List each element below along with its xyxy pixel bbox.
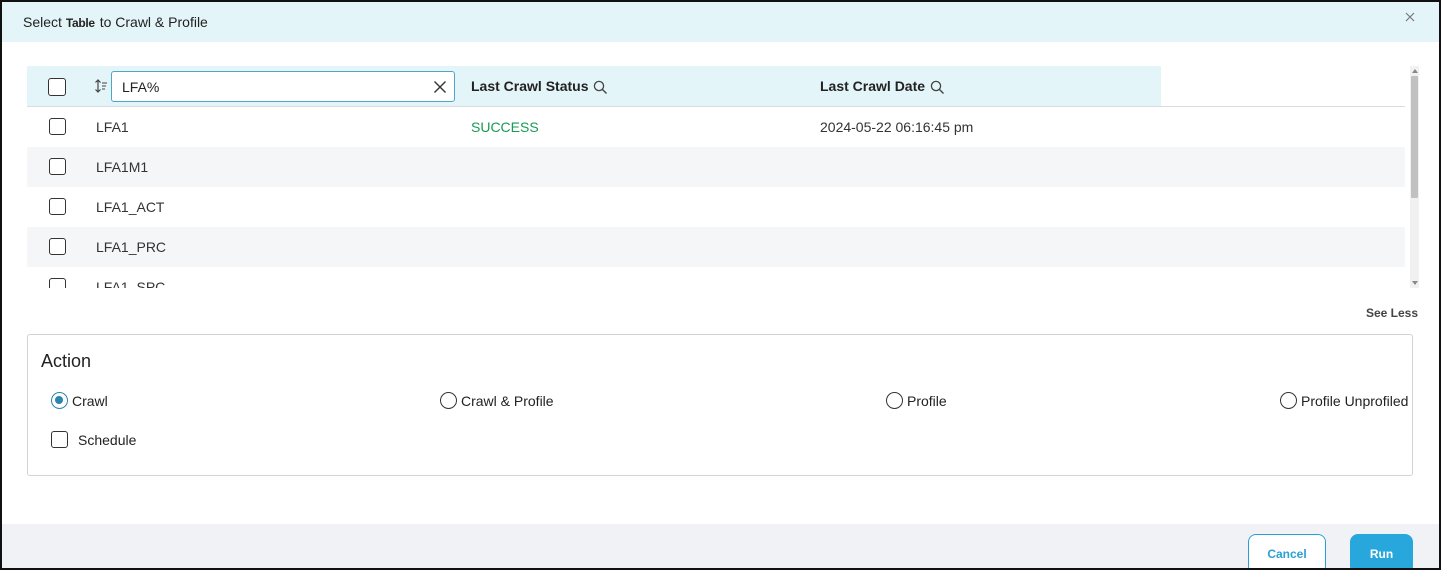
row-checkbox[interactable] bbox=[49, 238, 66, 255]
dialog-footer: Cancel Run bbox=[2, 524, 1439, 568]
table-name-filter[interactable] bbox=[111, 71, 455, 102]
table-row[interactable]: LFA1_PRC bbox=[27, 227, 1405, 267]
table-row[interactable]: LFA1 SUCCESS 2024-05-22 06:16:45 pm bbox=[27, 107, 1405, 147]
row-checkbox[interactable] bbox=[49, 158, 66, 175]
action-panel: Action Crawl Crawl & Profile Profile Pro… bbox=[27, 334, 1413, 476]
column-header-last-crawl-status: Last Crawl Status bbox=[471, 78, 589, 94]
column-header-last-crawl-date: Last Crawl Date bbox=[820, 78, 926, 94]
table-name: LFA1M1 bbox=[96, 159, 149, 175]
cancel-button[interactable]: Cancel bbox=[1248, 534, 1326, 568]
table-scrollbar[interactable] bbox=[1410, 66, 1419, 288]
table-name: LFA1_ACT bbox=[96, 199, 165, 215]
radio-label: Profile Unprofiled bbox=[1301, 393, 1409, 409]
table-row[interactable]: LFA1_SPC bbox=[27, 267, 1405, 288]
search-icon[interactable] bbox=[593, 80, 608, 95]
dialog-title: Select Table to Crawl & Profile bbox=[23, 14, 208, 30]
dialog-header: Select Table to Crawl & Profile bbox=[2, 2, 1439, 42]
sort-icon[interactable] bbox=[94, 78, 108, 94]
table-name: LFA1_PRC bbox=[96, 239, 167, 255]
crawl-status: SUCCESS bbox=[471, 119, 539, 135]
table-row[interactable]: LFA1M1 bbox=[27, 147, 1405, 187]
tables-grid: Last Crawl Status Last Crawl Date LFA1 S… bbox=[27, 66, 1419, 288]
row-checkbox[interactable] bbox=[49, 278, 66, 288]
run-button[interactable]: Run bbox=[1350, 534, 1413, 568]
table-header: Last Crawl Status Last Crawl Date bbox=[27, 66, 1405, 107]
title-suffix: to Crawl & Profile bbox=[95, 14, 208, 30]
clear-filter-icon[interactable] bbox=[433, 80, 447, 94]
close-icon[interactable] bbox=[1403, 10, 1417, 24]
radio-button[interactable] bbox=[51, 392, 68, 409]
title-obscured-word: Table bbox=[65, 16, 95, 30]
select-tables-dialog: Select Table to Crawl & Profile Last Cra… bbox=[0, 0, 1441, 570]
table-row[interactable]: LFA1_ACT bbox=[27, 187, 1405, 227]
schedule-label: Schedule bbox=[78, 432, 137, 448]
scroll-down-arrow[interactable] bbox=[1412, 281, 1418, 285]
action-title: Action bbox=[41, 351, 92, 371]
crawl-date: 2024-05-22 06:16:45 pm bbox=[820, 119, 974, 135]
title-prefix: Select bbox=[23, 14, 66, 30]
schedule-checkbox[interactable] bbox=[51, 431, 68, 448]
radio-label: Crawl & Profile bbox=[461, 393, 554, 409]
scroll-up-arrow[interactable] bbox=[1412, 69, 1418, 73]
scrollbar-thumb[interactable] bbox=[1411, 76, 1418, 198]
radio-button[interactable] bbox=[440, 392, 457, 409]
table-name: LFA1 bbox=[96, 119, 129, 135]
row-checkbox[interactable] bbox=[49, 198, 66, 215]
table-name-filter-input[interactable] bbox=[122, 78, 422, 96]
radio-button[interactable] bbox=[1280, 392, 1297, 409]
search-icon[interactable] bbox=[930, 80, 945, 95]
radio-button[interactable] bbox=[886, 392, 903, 409]
see-less-link[interactable]: See Less bbox=[1366, 306, 1418, 320]
table-name: LFA1_SPC bbox=[96, 279, 166, 288]
radio-label: Crawl bbox=[72, 393, 108, 409]
radio-label: Profile bbox=[907, 393, 947, 409]
row-checkbox[interactable] bbox=[49, 118, 66, 135]
select-all-checkbox[interactable] bbox=[48, 78, 66, 96]
